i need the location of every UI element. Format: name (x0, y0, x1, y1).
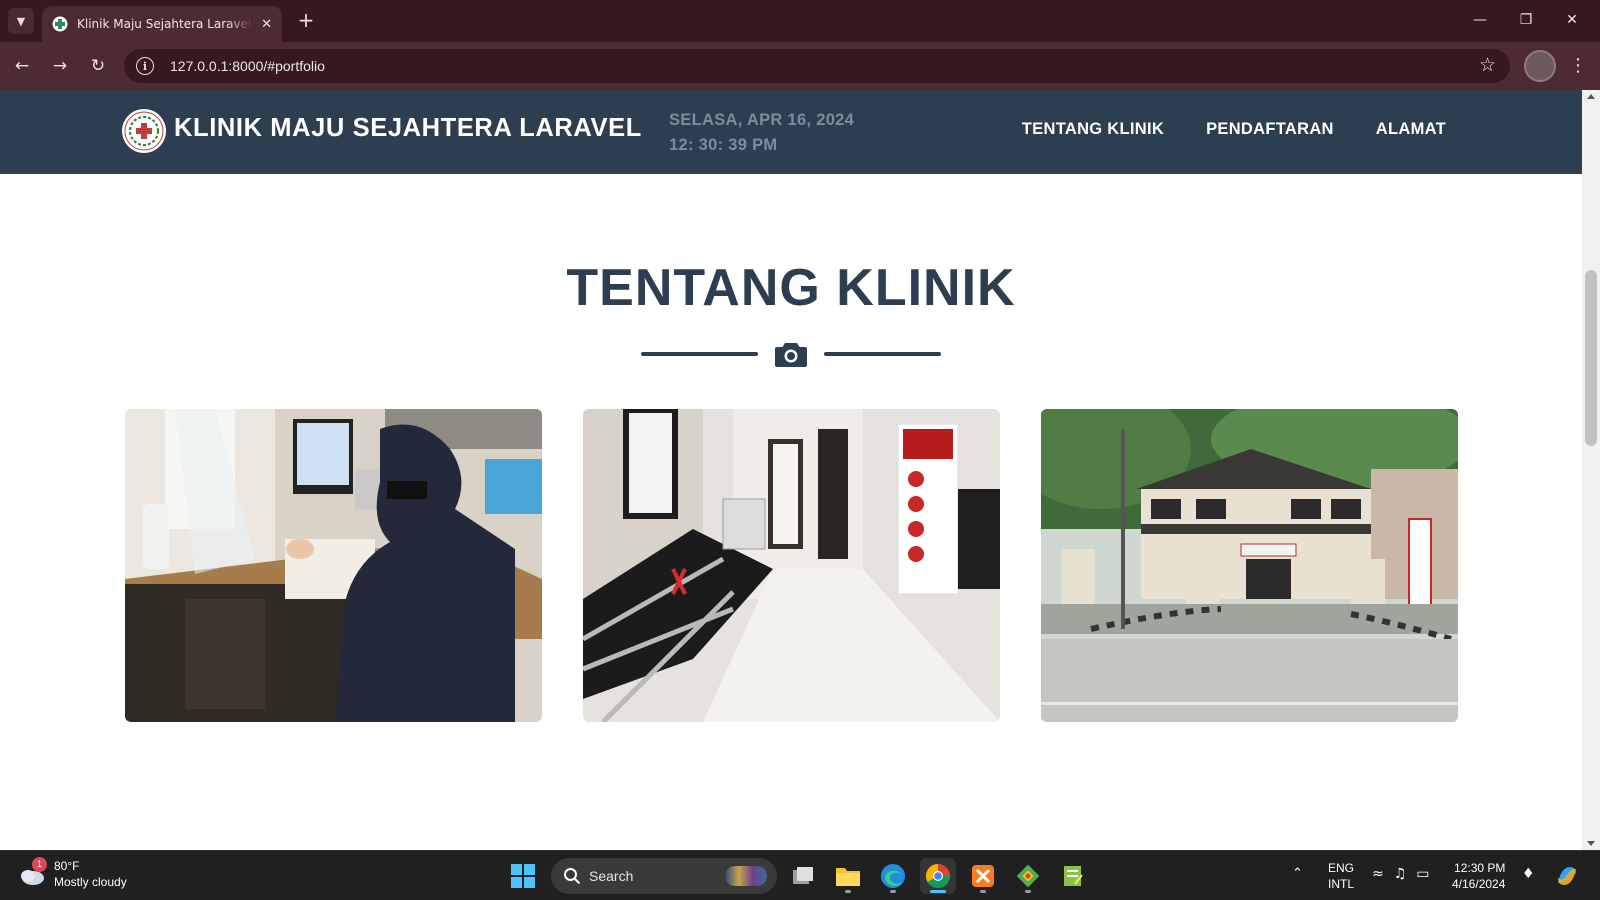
file-explorer-icon[interactable] (830, 858, 866, 894)
cloud-icon: 1 (18, 857, 47, 888)
clinic-logo[interactable] (122, 109, 166, 153)
windows-start-icon[interactable] (510, 863, 536, 889)
weather-temp: 80°F (54, 859, 80, 873)
forward-button[interactable]: → (48, 54, 72, 78)
copilot-icon[interactable] (1554, 863, 1580, 889)
site-info-icon[interactable]: i (136, 57, 154, 75)
browser-tab-bar: ▼ Klinik Maju Sejahtera Laravel La ✕ + —… (0, 0, 1600, 42)
scroll-down-icon[interactable] (1587, 841, 1595, 846)
lang-top: ENG (1328, 861, 1355, 875)
site-brand[interactable]: KLINIK MAJU SEJAHTERA LARAVEL (174, 114, 642, 143)
back-button[interactable]: ← (10, 54, 34, 78)
bookmark-star-icon[interactable]: ☆ (1479, 54, 1496, 76)
notification-bell-icon[interactable]: ♦ (1522, 866, 1535, 882)
nav-link-alamat[interactable]: ALAMAT (1376, 120, 1446, 139)
clock-date: 4/16/2024 (1452, 877, 1506, 891)
app-running-indicator (845, 890, 851, 893)
weather-widget[interactable]: 1 80°F Mostly cloudy (18, 857, 127, 890)
chevron-down-icon: ▼ (16, 14, 26, 28)
waiting-room-hallway-photo (583, 409, 1000, 722)
url-text: 127.0.0.1:8000/#portfolio (170, 58, 325, 74)
windows-taskbar: 1 80°F Mostly cloudy Search ⌃ ENG INTL ≈… (0, 850, 1600, 900)
gallery-item-reception[interactable] (125, 409, 542, 722)
profile-avatar[interactable] (1524, 50, 1556, 82)
gallery-item-building[interactable] (1041, 409, 1458, 722)
battery-icon: ▭ (1416, 866, 1430, 882)
close-window-button[interactable]: ✕ (1552, 8, 1592, 32)
show-hidden-icons-chevron-icon[interactable]: ⌃ (1292, 866, 1303, 881)
site-nav-links: TENTANG KLINIK PENDAFTARAN ALAMAT (980, 120, 1446, 139)
gallery-item-waiting-room[interactable] (583, 409, 1000, 722)
restore-button[interactable]: ❐ (1506, 8, 1546, 32)
camera-icon (775, 343, 807, 367)
divider-line-left (641, 352, 758, 356)
page-scrollbar[interactable] (1582, 90, 1600, 850)
task-view-icon[interactable] (785, 858, 821, 894)
clinic-favicon-icon (52, 16, 68, 32)
time-text: 12: 30: 39 PM (669, 136, 778, 154)
app-running-indicator (980, 890, 986, 893)
weather-badge: 1 (32, 857, 47, 872)
wifi-icon: ≈ (1372, 866, 1384, 882)
scroll-up-icon[interactable] (1587, 94, 1595, 99)
git-icon[interactable] (1010, 858, 1046, 894)
tab-close-icon[interactable]: ✕ (261, 17, 272, 32)
taskbar-clock[interactable]: 12:30 PM 4/16/2024 (1452, 860, 1505, 892)
app-active-indicator (930, 890, 946, 893)
browser-tab[interactable]: Klinik Maju Sejahtera Laravel La ✕ (42, 6, 282, 42)
tab-search-button[interactable]: ▼ (8, 8, 34, 34)
app-running-indicator (890, 890, 896, 893)
new-tab-button[interactable]: + (294, 9, 318, 33)
browser-menu-icon[interactable]: ⋮ (1568, 54, 1588, 78)
weather-desc: Mostly cloudy (54, 875, 127, 889)
search-label: Search (589, 868, 634, 884)
minimize-button[interactable]: — (1460, 8, 1500, 32)
taskbar-search[interactable]: Search (551, 858, 777, 894)
xampp-icon[interactable] (965, 858, 1001, 894)
browser-toolbar: ← → ↻ i 127.0.0.1:8000/#portfolio ☆ ⋮ (0, 42, 1600, 90)
search-highlight-art (725, 866, 767, 886)
nav-link-pendaftaran[interactable]: PENDAFTARAN (1206, 120, 1334, 139)
nav-link-tentang-klinik[interactable]: TENTANG KLINIK (1022, 120, 1164, 139)
input-language-indicator[interactable]: ENG INTL (1328, 860, 1354, 892)
divider-line-right (824, 352, 941, 356)
volume-icon: ♫ (1393, 866, 1407, 882)
section-divider (641, 336, 941, 372)
chrome-icon[interactable] (920, 858, 956, 894)
tab-title: Klinik Maju Sejahtera Laravel La (77, 17, 254, 31)
lang-bottom: INTL (1328, 877, 1355, 891)
notepad-icon[interactable] (1055, 858, 1091, 894)
date-text: SELASA, APR 16, 2024 (669, 111, 855, 129)
site-navbar: KLINIK MAJU SEJAHTERA LARAVEL SELASA, AP… (0, 90, 1582, 174)
weather-text: 80°F Mostly cloudy (54, 858, 127, 890)
system-tray-icons[interactable]: ≈ ♫ ▭ (1372, 866, 1430, 882)
scroll-thumb[interactable] (1585, 270, 1597, 446)
reception-desk-photo (125, 409, 542, 722)
page-viewport: KLINIK MAJU SEJAHTERA LARAVEL SELASA, AP… (0, 90, 1582, 850)
clinic-building-exterior-photo (1041, 409, 1458, 722)
date-time-display: SELASA, APR 16, 2024 12: 30: 39 PM (669, 108, 854, 158)
section-title: TENTANG KLINIK (566, 259, 1016, 317)
clock-time: 12:30 PM (1454, 861, 1506, 875)
edge-icon[interactable] (875, 858, 911, 894)
app-running-indicator (1025, 890, 1031, 893)
search-icon (564, 868, 581, 885)
address-bar[interactable]: i 127.0.0.1:8000/#portfolio ☆ (124, 49, 1510, 83)
portfolio-gallery (125, 409, 1458, 722)
reload-button[interactable]: ↻ (86, 54, 110, 78)
